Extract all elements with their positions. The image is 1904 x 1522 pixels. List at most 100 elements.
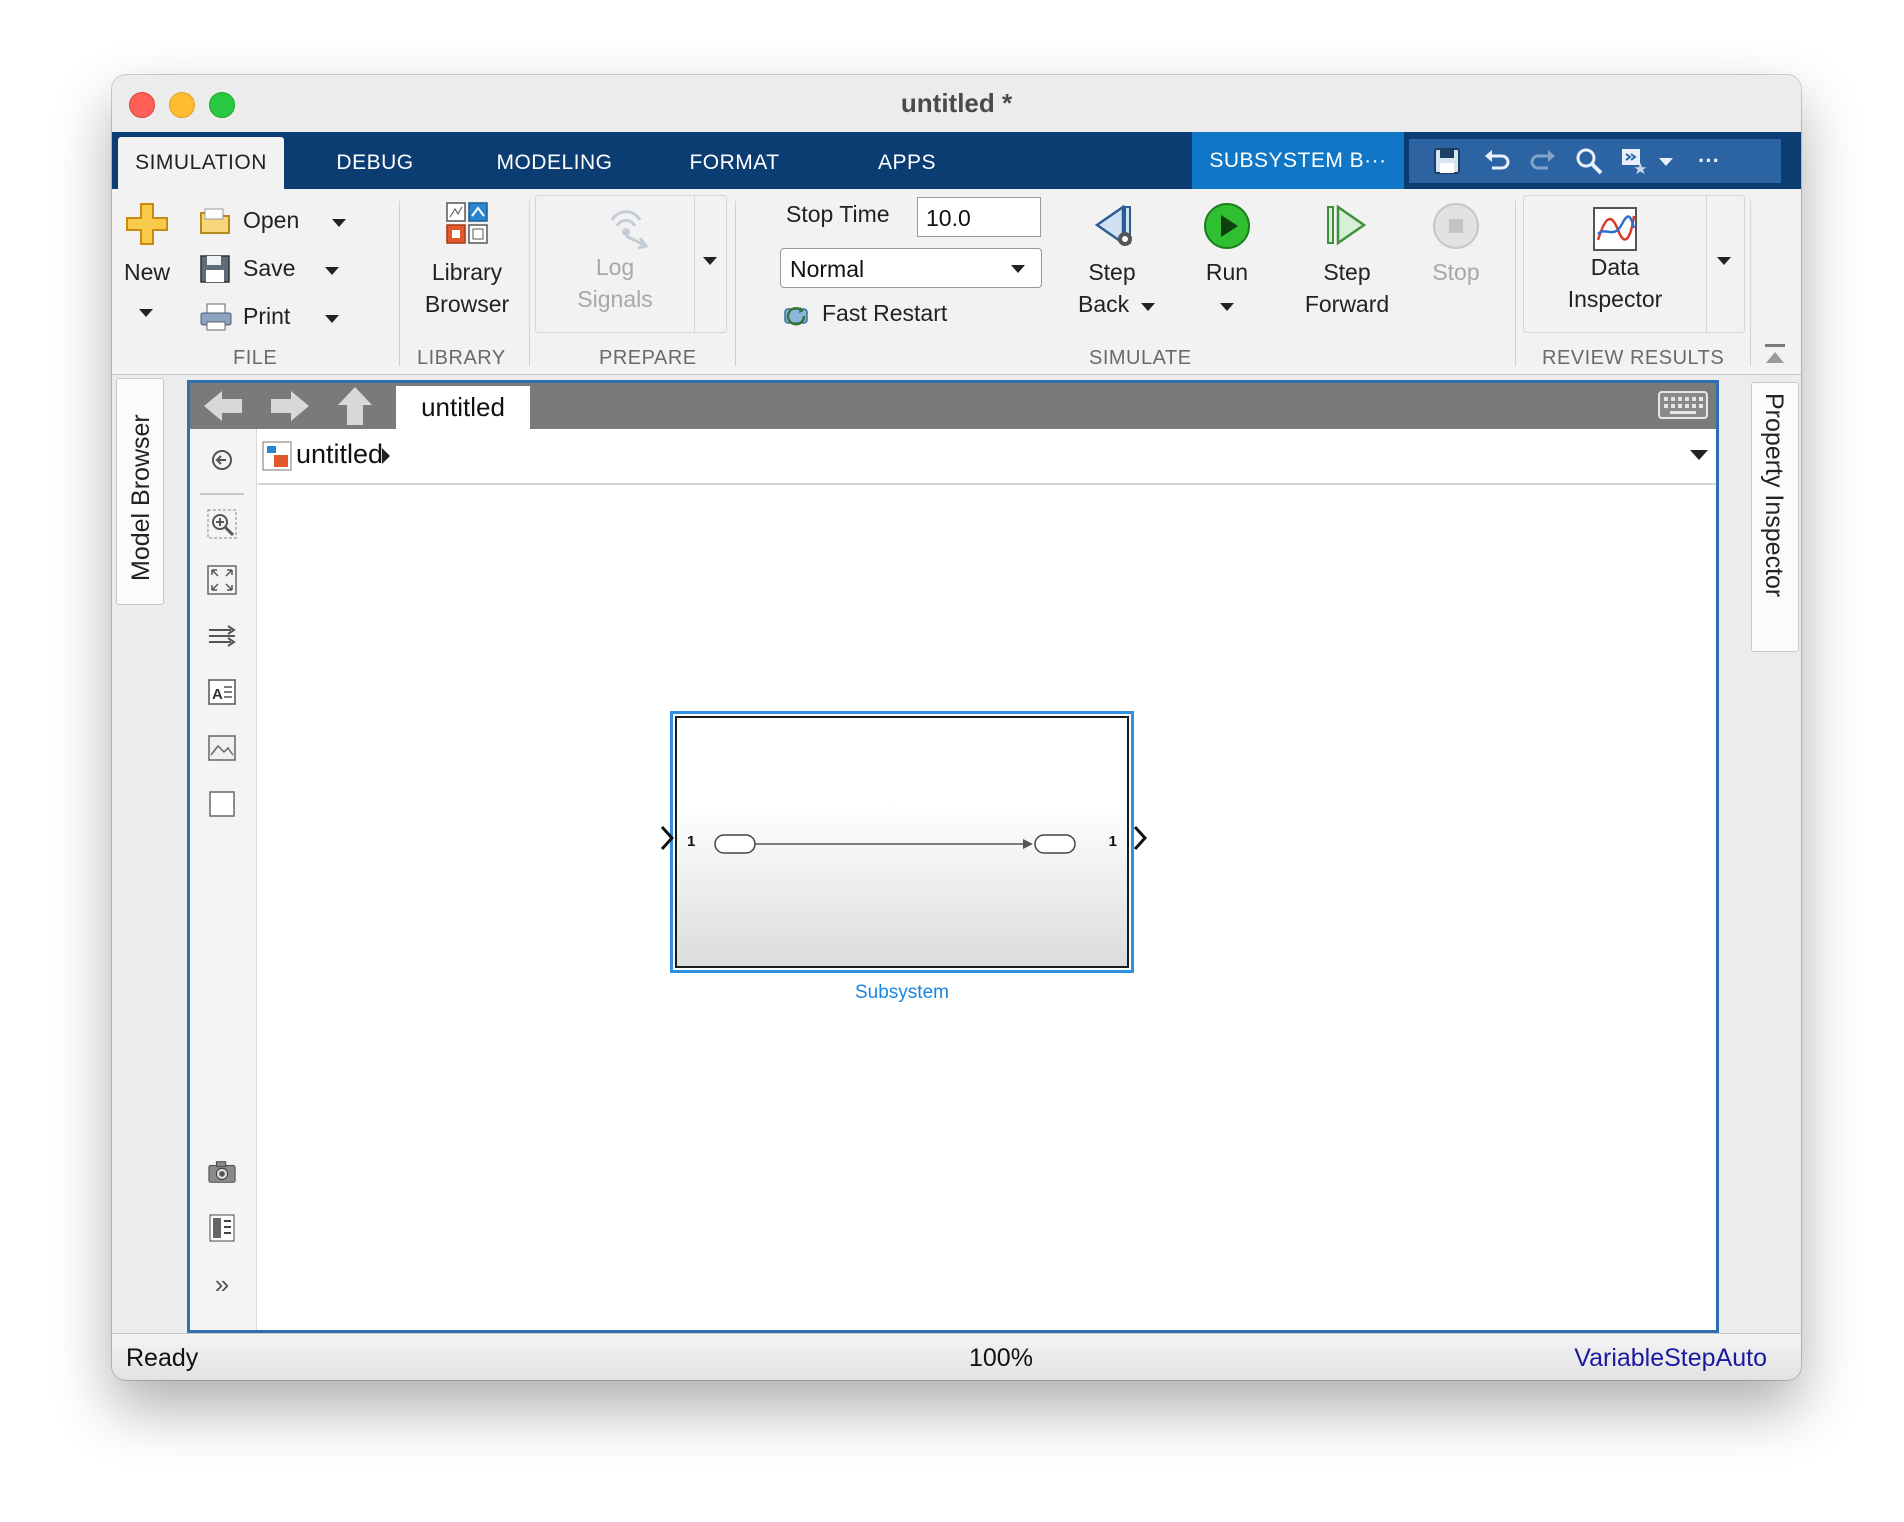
step-forward-button[interactable]: Step Forward — [1292, 199, 1402, 339]
more-icon[interactable]: ··· — [1693, 145, 1725, 177]
stop-button[interactable]: Stop — [1414, 199, 1498, 339]
ribbon-separator — [529, 201, 530, 366]
review-dropdown-icon[interactable] — [1717, 257, 1731, 265]
new-button[interactable]: New — [122, 199, 172, 339]
print-dropdown-icon[interactable] — [325, 315, 339, 323]
address-dropdown-icon[interactable] — [1690, 450, 1708, 460]
step-back-button[interactable]: Step Back — [1062, 199, 1162, 339]
camera-icon[interactable] — [207, 1157, 237, 1187]
save-disk-icon — [200, 255, 230, 283]
stop-time-input[interactable]: 10.0 — [917, 197, 1041, 237]
breadcrumb[interactable]: untitled — [296, 439, 383, 470]
step-back-line2: Back — [1078, 291, 1130, 317]
library-browser-button[interactable]: Library Browser — [405, 199, 529, 339]
editor-left-toolbar: A » — [190, 429, 257, 1330]
print-label: Print — [243, 303, 291, 329]
image-icon[interactable] — [207, 733, 237, 763]
model-browser-panel[interactable]: Model Browser — [116, 378, 164, 605]
run-icon — [1204, 203, 1250, 249]
stop-label: Stop — [1432, 259, 1480, 285]
tab-simulation[interactable]: SIMULATION — [118, 137, 284, 189]
signal-routing-icon[interactable] — [207, 621, 237, 651]
save-dropdown-icon[interactable] — [325, 267, 339, 275]
simulate-group-label: SIMULATE — [1089, 347, 1192, 369]
library-browser-icon — [446, 202, 488, 244]
step-back-dropdown-icon[interactable] — [1141, 303, 1155, 311]
fit-to-view-icon[interactable] — [207, 565, 237, 595]
new-dropdown-icon[interactable] — [139, 309, 153, 317]
undo-icon[interactable] — [1481, 145, 1513, 177]
tab-format[interactable]: FORMAT — [657, 137, 812, 189]
fast-restart-toggle[interactable]: Fast Restart — [780, 299, 980, 333]
collapse-ribbon-icon — [1765, 344, 1785, 363]
new-plus-icon — [126, 203, 168, 245]
back-arrow-icon[interactable] — [200, 387, 246, 425]
open-folder-icon — [200, 208, 230, 234]
review-group-label: REVIEW RESULTS — [1542, 347, 1725, 369]
mode-dropdown-icon — [1011, 265, 1025, 273]
redo-icon[interactable] — [1527, 145, 1559, 177]
editor-tab-untitled[interactable]: untitled — [396, 386, 530, 429]
property-inspector-label: Property Inspector — [1760, 393, 1788, 598]
fast-restart-icon — [784, 307, 808, 326]
log-signals-button[interactable]: Log Signals — [535, 195, 727, 333]
data-inspector-line2: Inspector — [1567, 286, 1663, 312]
up-arrow-icon[interactable] — [335, 385, 375, 427]
find-icon[interactable] — [1573, 145, 1605, 177]
step-forward-line2: Forward — [1304, 291, 1390, 317]
run-dropdown-icon[interactable] — [1220, 303, 1234, 311]
file-group-label: FILE — [233, 347, 278, 369]
prepare-group-label: PREPARE — [599, 347, 697, 369]
tab-subsystem-block[interactable]: SUBSYSTEM B··· — [1192, 132, 1404, 189]
window-title: untitled * — [900, 88, 1013, 118]
hide-toolbar-icon[interactable] — [207, 445, 237, 475]
print-button[interactable]: Print — [199, 301, 359, 335]
ribbon-separator — [399, 201, 400, 366]
run-label: Run — [1205, 259, 1249, 285]
simulation-mode-select[interactable]: Normal — [780, 248, 1042, 288]
tab-apps[interactable]: APPS — [832, 137, 982, 189]
more-tools-icon[interactable]: » — [207, 1269, 237, 1299]
model-icon — [262, 441, 292, 471]
input-port-icon[interactable] — [660, 825, 674, 851]
property-table-icon[interactable] — [207, 1213, 237, 1243]
prepare-dropdown-icon[interactable] — [703, 257, 717, 265]
zoom-level: 100% — [969, 1344, 1033, 1372]
zoom-icon[interactable] — [207, 509, 237, 539]
ribbon-separator — [1750, 201, 1751, 366]
qat-dropdown-icon[interactable] — [1659, 158, 1673, 166]
ribbon-separator — [735, 201, 736, 366]
tab-modeling[interactable]: MODELING — [467, 137, 642, 189]
svg-text:A: A — [212, 686, 223, 703]
print-icon — [200, 303, 232, 331]
open-dropdown-icon[interactable] — [332, 219, 346, 227]
annotation-icon[interactable]: A — [207, 677, 237, 707]
solver-link[interactable]: VariableStepAuto — [1574, 1344, 1767, 1373]
save-icon[interactable] — [1431, 145, 1463, 177]
forward-arrow-icon[interactable] — [267, 387, 313, 425]
collapse-ribbon-button[interactable] — [1762, 341, 1788, 367]
subsystem-block[interactable]: 1 1 — [670, 711, 1134, 973]
log-signals-icon — [610, 210, 649, 250]
save-button[interactable]: Save — [199, 253, 359, 287]
data-inspector-button[interactable]: Data Inspector — [1523, 195, 1745, 333]
keyboard-icon[interactable] — [1658, 391, 1708, 419]
property-inspector-panel[interactable]: Property Inspector — [1751, 382, 1799, 652]
simulation-mode-value: Normal — [790, 256, 865, 282]
shortcut-icon[interactable] — [1619, 145, 1651, 177]
model-canvas[interactable]: 1 1 Subsystem — [257, 485, 1716, 1330]
new-label: New — [123, 259, 170, 285]
title-bar: untitled * — [112, 75, 1801, 132]
toolbar-divider — [200, 493, 244, 495]
tab-debug[interactable]: DEBUG — [295, 137, 455, 189]
breadcrumb-arrow-icon[interactable] — [380, 446, 392, 466]
save-label: Save — [243, 255, 296, 281]
step-back-line1: Step — [1088, 259, 1136, 285]
ribbon-separator — [1515, 201, 1516, 366]
output-port-icon[interactable] — [1133, 825, 1147, 851]
library-group-label: LIBRARY — [417, 347, 506, 369]
subsystem-name-label[interactable]: Subsystem — [670, 982, 1134, 1004]
area-icon[interactable] — [207, 789, 237, 819]
open-button[interactable]: Open — [199, 205, 359, 239]
run-button[interactable]: Run — [1182, 199, 1272, 339]
